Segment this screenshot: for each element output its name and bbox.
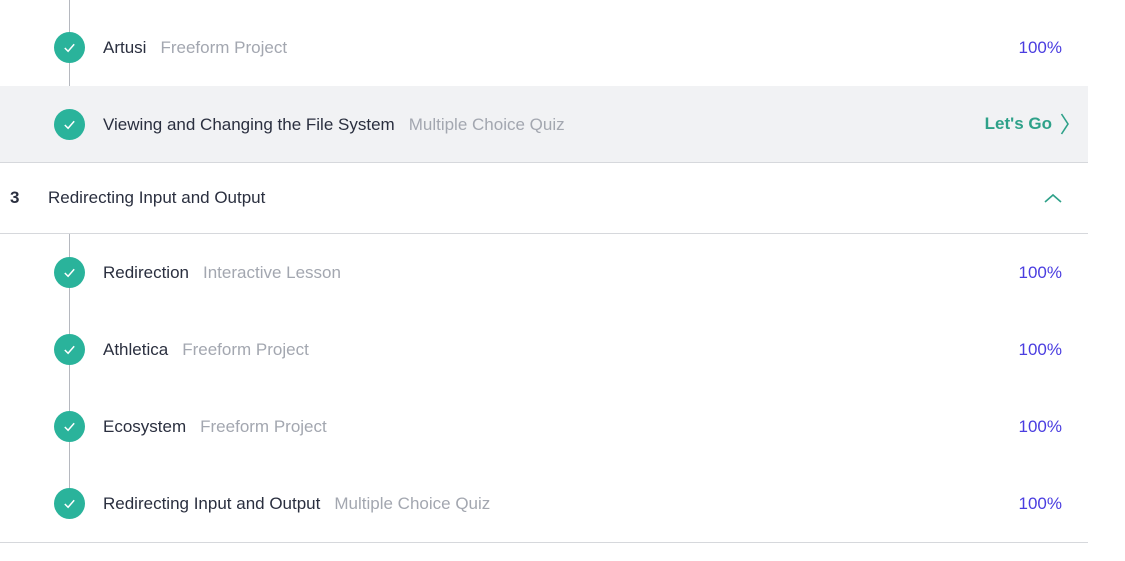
item-title: Athletica Freeform Project — [103, 340, 309, 360]
item-type: Freeform Project — [160, 38, 288, 57]
list-item[interactable]: Redirecting Input and Output Multiple Cho… — [0, 465, 1088, 542]
checkmark-icon — [54, 32, 85, 63]
item-title: Viewing and Changing the File System Mult… — [103, 115, 565, 135]
item-name: Artusi — [103, 38, 147, 57]
item-progress: 100% — [1018, 263, 1062, 282]
checkmark-icon — [54, 411, 85, 442]
item-title: Ecosystem Freeform Project — [103, 417, 327, 437]
item-type: Multiple Choice Quiz — [408, 115, 565, 134]
checkmark-icon — [54, 488, 85, 519]
list-item[interactable]: Ecosystem Freeform Project 100% — [0, 388, 1088, 465]
item-progress: 100% — [1018, 340, 1062, 359]
item-type: Freeform Project — [182, 340, 309, 359]
checkmark-icon — [54, 334, 85, 365]
item-name: Redirection — [103, 263, 189, 282]
item-name: Viewing and Changing the File System — [103, 115, 395, 134]
item-type: Freeform Project — [200, 417, 327, 436]
lets-go-label: Let's Go — [984, 114, 1052, 133]
checkmark-icon — [54, 109, 85, 140]
lets-go-button[interactable]: Let's Go — [985, 112, 1070, 136]
chevron-right-icon — [1060, 113, 1069, 135]
item-progress: 100% — [1018, 417, 1062, 436]
item-name: Ecosystem — [103, 417, 187, 436]
section-header[interactable]: 3 Redirecting Input and Output — [0, 162, 1088, 234]
list-item-highlighted[interactable]: Viewing and Changing the File System Mult… — [0, 86, 1088, 162]
item-name: Redirecting Input and Output — [103, 494, 321, 513]
chevron-up-icon[interactable] — [1044, 193, 1062, 203]
section-divider — [0, 542, 1088, 543]
item-progress: 100% — [1018, 494, 1062, 513]
section-title: Redirecting Input and Output — [48, 188, 266, 207]
list-item[interactable]: Redirection Interactive Lesson 100% — [0, 234, 1088, 311]
item-title: Redirecting Input and Output Multiple Cho… — [103, 494, 490, 514]
item-title: Artusi Freeform Project — [103, 38, 287, 58]
section-number: 3 — [10, 188, 20, 207]
checkmark-icon — [54, 257, 85, 288]
list-item[interactable]: Artusi Freeform Project 100% — [0, 9, 1088, 86]
item-name: Athletica — [103, 340, 169, 359]
item-type: Multiple Choice Quiz — [334, 494, 491, 513]
item-progress: 100% — [1018, 38, 1062, 57]
item-title: Redirection Interactive Lesson — [103, 263, 341, 283]
item-type: Interactive Lesson — [203, 263, 341, 282]
list-item[interactable]: Athletica Freeform Project 100% — [0, 311, 1088, 388]
course-syllabus: Artusi Freeform Project 100% Viewing and … — [0, 0, 1088, 561]
